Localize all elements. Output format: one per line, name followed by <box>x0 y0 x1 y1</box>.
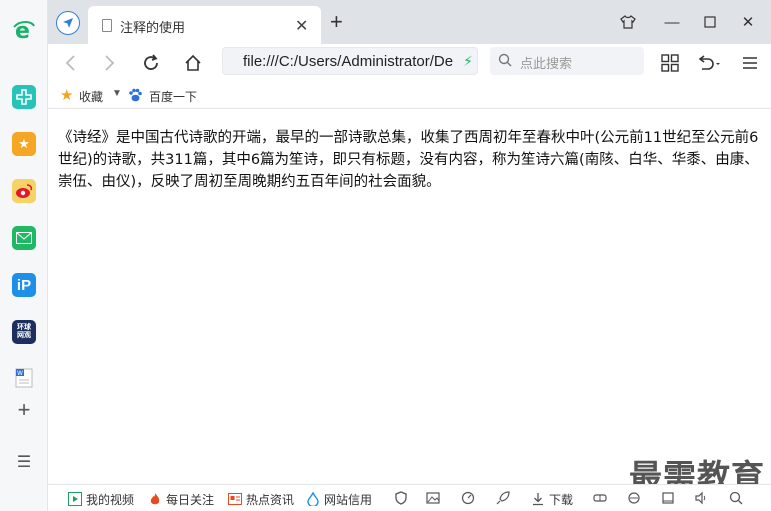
favorites-dropdown-icon[interactable]: ▼ <box>112 88 122 99</box>
site-credit-button[interactable]: 网站信用 <box>306 490 372 508</box>
water-drop-icon <box>307 492 319 506</box>
status-bar: 我的视频 每日关注 热点资讯 网站信用 下载 <box>48 484 771 511</box>
ie-compat-icon[interactable] <box>626 490 642 506</box>
mail-icon[interactable] <box>12 226 36 250</box>
baidu-paw-icon <box>129 88 142 102</box>
volume-icon[interactable] <box>693 490 709 506</box>
home-button[interactable] <box>181 51 205 75</box>
daily-follow-button[interactable]: 每日关注 <box>148 490 214 508</box>
window-restore-icon[interactable] <box>660 490 676 506</box>
favorites-button[interactable]: 收藏 <box>79 88 103 105</box>
my-video-label: 我的视频 <box>86 492 135 507</box>
skin-shirt-icon[interactable] <box>616 10 640 34</box>
favorites-star-icon[interactable]: ★ <box>60 86 73 104</box>
menu-list-icon[interactable]: ☰ <box>12 450 36 474</box>
news-app-icon[interactable]: 环球 网观 <box>12 320 36 344</box>
my-video-button[interactable]: 我的视频 <box>68 490 134 508</box>
new-tab-button[interactable]: + <box>330 9 343 35</box>
tab-title: 注释的使用 <box>120 20 186 35</box>
address-text[interactable]: file:///C:/Users/Administrator/De <box>243 53 455 70</box>
refresh-button[interactable] <box>139 51 163 75</box>
poem-paragraph: 《诗经》是中国古代诗歌的开端，最早的一部诗歌总集，收集了西周初年至春秋中叶(公元… <box>58 130 759 190</box>
daily-follow-label: 每日关注 <box>166 492 215 507</box>
download-label: 下载 <box>549 492 574 507</box>
svg-text:W: W <box>17 370 23 377</box>
close-window-button[interactable]: ✕ <box>736 10 760 34</box>
pdf-app-icon[interactable]: iP <box>12 273 36 297</box>
left-sidebar: e ★ iP 环球 网观 W + ☰ <box>0 0 48 511</box>
page-icon <box>102 19 112 32</box>
speed-bolt-icon[interactable]: ⚡ <box>463 53 473 70</box>
add-app-icon[interactable]: + <box>12 397 36 422</box>
back-button[interactable] <box>58 51 82 75</box>
weibo-icon[interactable] <box>12 179 36 203</box>
maximize-button[interactable] <box>698 10 722 34</box>
undo-dropdown-icon[interactable] <box>694 51 724 75</box>
minimize-button[interactable]: — <box>660 10 684 34</box>
health-app-icon[interactable] <box>12 85 36 109</box>
site-credit-label: 网站信用 <box>324 492 373 507</box>
tab-active[interactable]: 注释的使用 ✕ <box>88 6 321 44</box>
bookmark-baidu[interactable]: 百度一下 <box>149 88 197 105</box>
image-icon[interactable] <box>425 490 441 506</box>
vr-glasses-icon[interactable] <box>592 490 608 506</box>
search-icon <box>498 53 512 67</box>
video-play-icon <box>68 492 82 506</box>
search-box[interactable]: 点此搜索 <box>490 47 644 75</box>
hot-news-label: 热点资讯 <box>246 492 295 507</box>
rocket-icon[interactable] <box>495 490 511 506</box>
browser-window: e ★ iP 环球 网观 W + ☰ 注释的使用 ✕ + — ✕ file://… <box>0 0 771 511</box>
hot-news-button[interactable]: 热点资讯 <box>228 490 294 508</box>
news-icon <box>228 493 242 505</box>
download-button[interactable]: 下载 <box>531 490 573 508</box>
zoom-search-icon[interactable] <box>728 490 744 506</box>
main-menu-icon[interactable] <box>738 51 762 75</box>
address-bar[interactable]: file:///C:/Users/Administrator/De ⚡ <box>222 47 478 75</box>
download-icon <box>533 493 543 506</box>
shield-icon[interactable] <box>393 490 409 506</box>
search-input[interactable]: 点此搜索 <box>520 53 572 72</box>
fire-icon <box>150 493 160 505</box>
bookmarks-bar: ★ 收藏 ▼ 百度一下 <box>48 82 771 109</box>
navigation-compass-icon[interactable] <box>56 11 80 35</box>
speed-gauge-icon[interactable] <box>460 490 476 506</box>
apps-grid-icon[interactable] <box>658 51 682 75</box>
forward-button[interactable] <box>98 51 122 75</box>
toolbar: file:///C:/Users/Administrator/De ⚡ 点此搜索 <box>48 44 771 82</box>
browser-logo-icon[interactable]: e <box>12 18 36 42</box>
tab-close-icon[interactable]: ✕ <box>295 16 308 36</box>
tab-strip: 注释的使用 ✕ + — ✕ <box>48 0 771 44</box>
page-content: 《诗经》是中国古代诗歌的开端，最早的一部诗歌总集，收集了西周初年至春秋中叶(公元… <box>48 110 771 495</box>
word-doc-icon[interactable]: W <box>12 366 36 390</box>
favorites-app-icon[interactable]: ★ <box>12 132 36 156</box>
